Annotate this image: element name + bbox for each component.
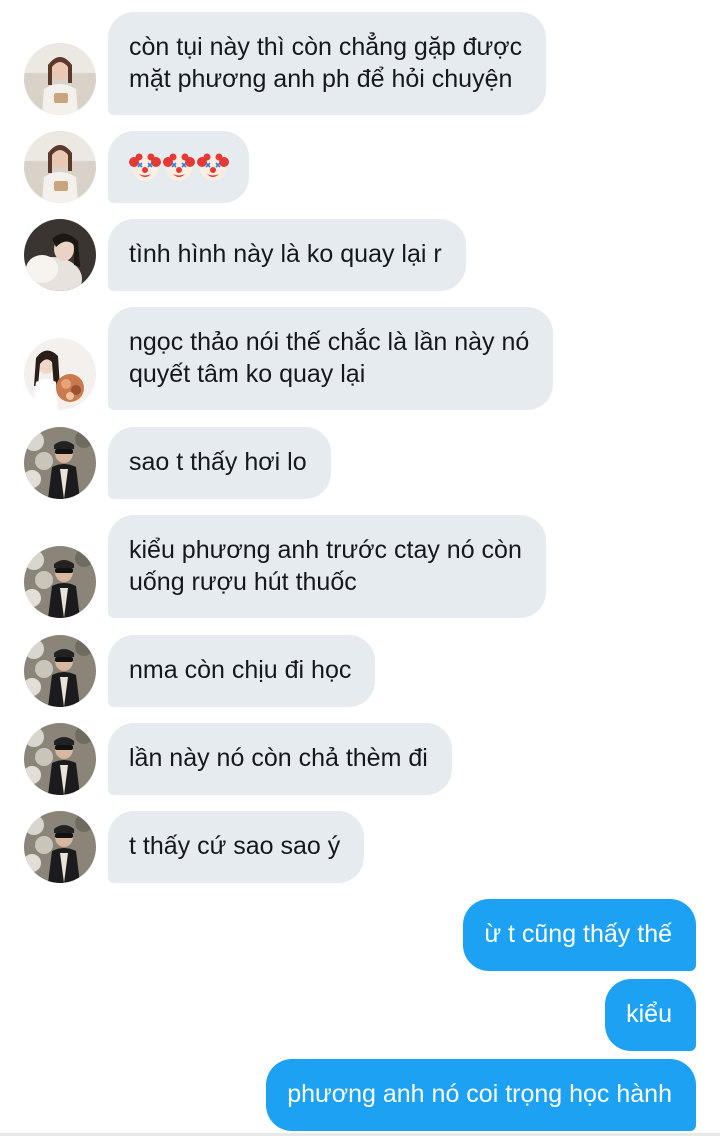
message-text: mặt phương anh ph để hỏi chuyện xyxy=(129,65,513,93)
message-bubble-outgoing[interactable]: kiểu xyxy=(605,979,696,1051)
message-bubble[interactable] xyxy=(108,131,249,203)
message-text: quyết tâm ko quay lại xyxy=(129,360,366,388)
emoji-group xyxy=(129,151,229,183)
avatar[interactable] xyxy=(24,43,96,115)
avatar[interactable] xyxy=(24,219,96,291)
message-bubble[interactable]: ngọc thảo nói thế chắc là lần này nó quy… xyxy=(108,307,554,410)
message-bubble[interactable]: kiểu phương anh trước ctay nó còn uống r… xyxy=(108,515,546,618)
avatar[interactable] xyxy=(24,427,96,499)
message-text: sao t thấy hơi lo xyxy=(129,448,307,476)
avatar[interactable] xyxy=(24,338,96,410)
message-text: t thấy cứ sao sao ý xyxy=(129,832,341,860)
avatar[interactable] xyxy=(24,723,96,795)
message-bubble[interactable]: tình hình này là ko quay lại r xyxy=(108,219,466,291)
clown-icon xyxy=(163,151,195,183)
message-text: còn tụi này thì còn chẳng gặp được xyxy=(129,33,523,61)
avatar[interactable] xyxy=(24,131,96,203)
chat-thread: còn tụi này thì còn chẳng gặp được mặt p… xyxy=(0,0,720,1136)
message-bubble[interactable]: nma còn chịu đi học xyxy=(108,635,376,707)
message-bubble-outgoing[interactable]: phương anh nó coi trọng học hành xyxy=(266,1059,696,1131)
message-bubble[interactable]: lần này nó còn chả thèm đi xyxy=(108,723,452,795)
avatar[interactable] xyxy=(24,546,96,618)
message-text: uống rượu hút thuốc xyxy=(129,568,357,596)
avatar[interactable] xyxy=(24,811,96,883)
avatar[interactable] xyxy=(24,635,96,707)
message-text: kiểu xyxy=(626,1000,672,1028)
message-text: nma còn chịu đi học xyxy=(129,656,352,684)
clown-icon xyxy=(129,151,161,183)
message-text: phương anh nó coi trọng học hành xyxy=(287,1080,672,1108)
message-bubble-outgoing[interactable]: ừ t cũng thấy thế xyxy=(463,899,696,971)
message-text: ừ t cũng thấy thế xyxy=(484,920,672,948)
message-text: ngọc thảo nói thế chắc là lần này nó xyxy=(129,328,530,356)
message-bubble[interactable]: còn tụi này thì còn chẳng gặp được mặt p… xyxy=(108,12,547,115)
message-text: kiểu phương anh trước ctay nó còn xyxy=(129,536,522,564)
message-bubble[interactable]: t thấy cứ sao sao ý xyxy=(108,811,365,883)
message-text: lần này nó còn chả thèm đi xyxy=(129,744,428,772)
message-bubble[interactable]: sao t thấy hơi lo xyxy=(108,427,331,499)
clown-icon xyxy=(197,151,229,183)
message-text: tình hình này là ko quay lại r xyxy=(129,240,442,268)
